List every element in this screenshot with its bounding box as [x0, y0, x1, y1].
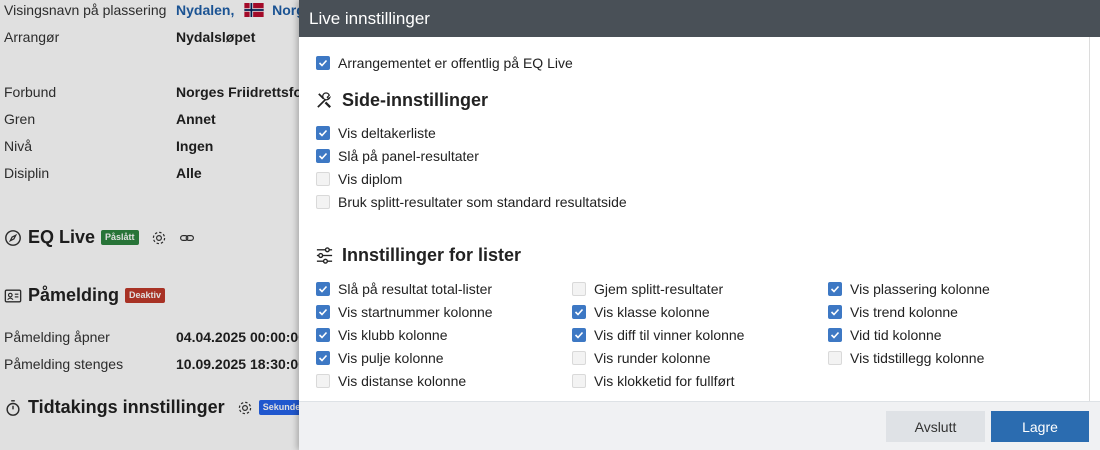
checkbox-label: Slå på resultat total-lister [338, 281, 493, 297]
checkbox-label: Vis klokketid for fullført [594, 373, 735, 389]
checkbox-box[interactable] [572, 374, 586, 388]
checkbox-label: Vis runder kolonne [594, 350, 711, 366]
setting-checkbox[interactable]: Vis trend kolonne [828, 304, 958, 320]
checkbox-box[interactable] [572, 282, 586, 296]
checkbox-label: Slå på panel-resultater [338, 148, 479, 164]
checkbox-label: Gjem splitt-resultater [594, 281, 724, 297]
setting-checkbox[interactable]: Gjem splitt-resultater [572, 281, 723, 297]
checkbox-box[interactable] [828, 328, 842, 342]
sliders-icon [316, 247, 333, 264]
list-settings-heading: Innstillinger for lister [315, 245, 521, 266]
modal-footer: Avslutt Lagre [299, 401, 1100, 450]
setting-checkbox[interactable]: Slå på resultat total-lister [316, 281, 492, 297]
checkbox-box[interactable] [572, 328, 586, 342]
side-settings-heading: Side-innstillinger [315, 90, 488, 111]
checkbox-box[interactable] [316, 374, 330, 388]
checkbox-box[interactable] [572, 305, 586, 319]
setting-checkbox[interactable]: Vis plassering kolonne [828, 281, 990, 297]
setting-checkbox[interactable]: Vis pulje kolonne [316, 350, 444, 366]
checkbox-label: Vis plassering kolonne [850, 281, 990, 297]
setting-checkbox[interactable]: Vis diff til vinner kolonne [572, 327, 744, 343]
checkbox-label: Vis klasse kolonne [594, 304, 710, 320]
checkbox-label: Vis deltakerliste [338, 125, 436, 141]
checkbox-box[interactable] [316, 282, 330, 296]
checkbox-box[interactable] [828, 305, 842, 319]
setting-checkbox[interactable]: Vis diplom [316, 171, 402, 187]
checkbox-label: Arrangementet er offentlig på EQ Live [338, 55, 573, 71]
live-settings-modal: Live innstillinger Arrangementet er offe… [299, 0, 1100, 450]
modal-title: Live innstillinger [299, 0, 1100, 37]
checkbox-label: Vis diplom [338, 171, 403, 187]
checkbox-label: Vis startnummer kolonne [338, 304, 493, 320]
heading-text: Side-innstillinger [342, 90, 489, 110]
checkbox-box[interactable] [316, 172, 330, 186]
setting-checkbox[interactable]: Vis tidstillegg kolonne [828, 350, 984, 366]
checkbox-label: Vis klubb kolonne [338, 327, 448, 343]
checkbox-label: Vis distanse kolonne [338, 373, 467, 389]
checkbox-box[interactable] [316, 305, 330, 319]
checkbox-label: Vis tidstillegg kolonne [850, 350, 985, 366]
checkbox-box[interactable] [316, 195, 330, 209]
checkbox-label: Bruk splitt-resultater som standard resu… [338, 194, 627, 210]
save-button[interactable]: Lagre [991, 411, 1089, 442]
checkbox-box[interactable] [316, 328, 330, 342]
checkbox-box[interactable] [316, 351, 330, 365]
setting-checkbox[interactable]: Bruk splitt-resultater som standard resu… [316, 194, 627, 210]
checkbox-box[interactable] [316, 149, 330, 163]
modal-body: Arrangementet er offentlig på EQ Live Si… [299, 37, 1100, 401]
checkbox-box[interactable] [828, 351, 842, 365]
checkbox-box[interactable] [828, 282, 842, 296]
checkbox-label: Vis pulje kolonne [338, 350, 444, 366]
checkbox-label: Vis diff til vinner kolonne [594, 327, 745, 343]
cancel-button[interactable]: Avslutt [886, 411, 985, 442]
checkbox-label: Vis trend kolonne [850, 304, 958, 320]
setting-checkbox[interactable]: Vis deltakerliste [316, 125, 436, 141]
setting-checkbox[interactable]: Vid tid kolonne [828, 327, 942, 343]
checkbox-box[interactable] [572, 351, 586, 365]
setting-checkbox[interactable]: Vis runder kolonne [572, 350, 710, 366]
checkbox-box[interactable] [316, 126, 330, 140]
scrollbar[interactable] [1089, 37, 1090, 401]
heading-text: Innstillinger for lister [342, 245, 522, 265]
setting-checkbox[interactable]: Vis distanse kolonne [316, 373, 466, 389]
tools-icon [317, 92, 332, 108]
setting-checkbox[interactable]: Vis klubb kolonne [316, 327, 447, 343]
setting-checkbox[interactable]: Vis startnummer kolonne [316, 304, 493, 320]
public-checkbox[interactable]: Arrangementet er offentlig på EQ Live [316, 55, 573, 71]
setting-checkbox[interactable]: Vis klasse kolonne [572, 304, 710, 320]
setting-checkbox[interactable]: Slå på panel-resultater [316, 148, 479, 164]
checkbox-box[interactable] [316, 56, 330, 70]
setting-checkbox[interactable]: Vis klokketid for fullført [572, 373, 735, 389]
checkbox-label: Vid tid kolonne [850, 327, 942, 343]
